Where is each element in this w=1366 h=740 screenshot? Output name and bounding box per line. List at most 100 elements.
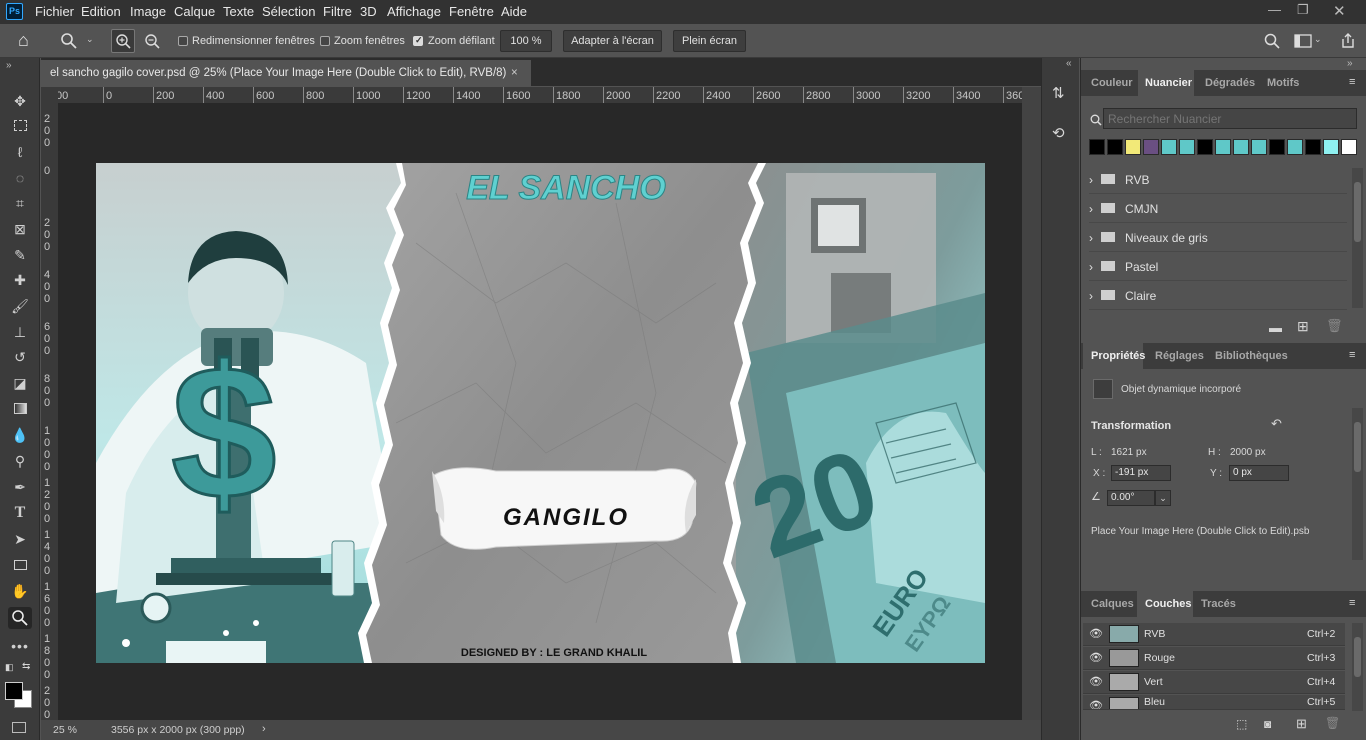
pen-tool-icon[interactable]: ✒ — [8, 476, 32, 498]
zoom-in-button[interactable] — [111, 29, 135, 53]
menu-image[interactable]: Image — [130, 4, 166, 19]
marquee-tool-icon[interactable] — [8, 115, 32, 137]
default-colors-icon[interactable]: ◧ — [5, 662, 14, 673]
zoom-out-button[interactable] — [142, 31, 162, 51]
hand-tool-icon[interactable]: ✋ — [8, 580, 32, 602]
visibility-eye-icon[interactable]: 👁 — [1089, 623, 1103, 646]
quick-mask-icon[interactable] — [12, 722, 26, 733]
collapse-tools-icon[interactable]: » — [6, 60, 12, 71]
workspace-chevron-icon[interactable]: ⌄ — [1314, 34, 1322, 45]
color-swatch[interactable] — [1269, 139, 1285, 155]
tab-traces[interactable]: Tracés — [1195, 591, 1239, 617]
color-swatch[interactable] — [1089, 139, 1105, 155]
color-swatch[interactable] — [1233, 139, 1249, 155]
move-tool-icon[interactable]: ✥ — [8, 90, 32, 112]
swatch-folder-rvb[interactable]: › RVB — [1089, 166, 1347, 194]
close-icon[interactable]: ✕ — [1333, 2, 1346, 20]
delete-channel-icon[interactable]: 🗑 — [1325, 716, 1340, 730]
menu-aide[interactable]: Aide — [501, 4, 527, 19]
blur-tool-icon[interactable]: 💧 — [8, 424, 32, 446]
eraser-tool-icon[interactable]: ◪ — [8, 372, 32, 394]
tab-couleur[interactable]: Couleur — [1085, 70, 1135, 96]
document-tab[interactable]: el sancho gagilo cover.psd @ 25% (Place … — [41, 60, 531, 86]
tab-motifs[interactable]: Motifs — [1261, 70, 1311, 96]
tab-degrades[interactable]: Dégradés — [1199, 70, 1257, 96]
delete-swatch-icon[interactable]: 🗑 — [1326, 318, 1343, 334]
swap-colors-icon[interactable]: ⇆ — [22, 661, 30, 672]
menu-affichage[interactable]: Affichage — [387, 4, 441, 19]
properties-menu-icon[interactable]: ≡ — [1349, 349, 1355, 361]
swatch-folder-pastel[interactable]: › Pastel — [1089, 253, 1347, 281]
artwork-canvas[interactable]: $ 20 EURO EYPΩ EL SANCHO GANGILO DESIGNE… — [96, 163, 985, 663]
reset-transform-icon[interactable]: ↶ — [1271, 416, 1282, 432]
workspace-icon[interactable] — [1294, 34, 1312, 48]
collapse-panels-icon[interactable]: » — [1347, 58, 1353, 69]
close-tab-icon[interactable]: × — [511, 60, 518, 86]
lasso-tool-icon[interactable]: ℓ — [8, 141, 32, 163]
color-swatch[interactable] — [1251, 139, 1267, 155]
history-brush-tool-icon[interactable]: ↺ — [8, 346, 32, 368]
color-swatch[interactable] — [1197, 139, 1213, 155]
height-value[interactable]: 2000 px — [1230, 447, 1266, 458]
path-selection-tool-icon[interactable]: ➤ — [8, 528, 32, 550]
swatch-search-input[interactable] — [1103, 108, 1357, 129]
channel-row-vert[interactable]: 👁 Vert Ctrl+4 — [1083, 671, 1345, 694]
rectangle-tool-icon[interactable] — [8, 554, 32, 576]
scrubby-zoom-checkbox[interactable] — [413, 35, 423, 46]
clone-stamp-tool-icon[interactable]: ⊥ — [8, 321, 32, 343]
document-scrollbar[interactable] — [1022, 87, 1041, 720]
tab-proprietes[interactable]: Propriétés — [1083, 343, 1145, 369]
swatches-scrollbar[interactable] — [1352, 168, 1363, 308]
brush-tool-icon[interactable]: 🖌 — [8, 295, 32, 317]
channel-row-rouge[interactable]: 👁 Rouge Ctrl+3 — [1083, 647, 1345, 670]
status-arrow-icon[interactable]: › — [262, 723, 266, 735]
angle-field[interactable]: 0.00° — [1107, 490, 1155, 506]
color-swatch[interactable] — [1287, 139, 1303, 155]
full-screen-button[interactable]: Plein écran — [673, 30, 746, 52]
fit-screen-button[interactable]: Adapter à l'écran — [563, 30, 662, 52]
color-swatch[interactable] — [1215, 139, 1231, 155]
color-swatch[interactable] — [1125, 139, 1141, 155]
zoom-tool-icon[interactable] — [60, 32, 78, 50]
menu-fichier[interactable]: Fichier — [35, 4, 74, 19]
channels-scrollbar[interactable] — [1352, 623, 1363, 713]
share-icon[interactable] — [1340, 32, 1356, 49]
visibility-eye-icon[interactable]: 👁 — [1089, 647, 1103, 670]
expand-dock-icon[interactable]: « — [1066, 58, 1072, 69]
zoom-value-field[interactable]: 100 % — [500, 30, 552, 52]
width-value[interactable]: 1621 px — [1111, 447, 1147, 458]
more-tools-icon[interactable]: ••• — [8, 635, 32, 657]
new-group-icon[interactable]: ▬ — [1269, 320, 1282, 335]
tab-bibliotheques[interactable]: Bibliothèques — [1207, 343, 1288, 369]
channel-row-bleu[interactable]: 👁 Bleu Ctrl+5 — [1083, 695, 1345, 710]
sort-panel-icon[interactable]: ⇅ — [1052, 84, 1065, 102]
load-selection-icon[interactable]: ⬚ — [1236, 717, 1247, 731]
visibility-eye-icon[interactable]: 👁 — [1089, 695, 1103, 709]
vertical-ruler[interactable]: 2000200400600800100012001400160018002000 — [41, 103, 58, 720]
healing-brush-tool-icon[interactable]: ✚ — [8, 269, 32, 291]
color-swatch[interactable] — [1179, 139, 1195, 155]
menu-fenetre[interactable]: Fenêtre — [449, 4, 494, 19]
horizontal-ruler[interactable]: 00 0 200 400 600 800 1000 1200 1400 1600 1800 2000 2… — [58, 87, 1024, 103]
home-icon[interactable]: ⌂ — [18, 30, 29, 51]
swatch-folder-niveaux-de-gris[interactable]: › Niveaux de gris — [1089, 224, 1347, 252]
photoshop-logo-icon[interactable]: Ps — [6, 3, 23, 20]
x-position-field[interactable]: -191 px — [1111, 465, 1171, 481]
foreground-color-swatch[interactable] — [5, 682, 23, 700]
quick-selection-tool-icon[interactable]: ◌ — [8, 167, 32, 189]
resize-windows-checkbox[interactable] — [178, 36, 188, 46]
menu-texte[interactable]: Texte — [223, 4, 254, 19]
menu-filtre[interactable]: Filtre — [323, 4, 352, 19]
new-swatch-icon[interactable]: ⊞ — [1297, 318, 1309, 335]
angle-dropdown-icon[interactable]: ⌄ — [1155, 490, 1171, 506]
zoom-level[interactable]: 25 % — [53, 724, 77, 736]
new-channel-icon[interactable]: ⊞ — [1296, 716, 1307, 732]
color-swatch[interactable] — [1107, 139, 1123, 155]
color-swatch[interactable] — [1341, 139, 1357, 155]
channels-menu-icon[interactable]: ≡ — [1349, 597, 1355, 609]
crop-tool-icon[interactable]: ⌗ — [8, 192, 32, 214]
history-panel-icon[interactable]: ⟲ — [1052, 124, 1065, 142]
save-selection-icon[interactable]: ◙ — [1264, 717, 1271, 731]
y-position-field[interactable]: 0 px — [1229, 465, 1289, 481]
menu-3d[interactable]: 3D — [360, 4, 377, 19]
